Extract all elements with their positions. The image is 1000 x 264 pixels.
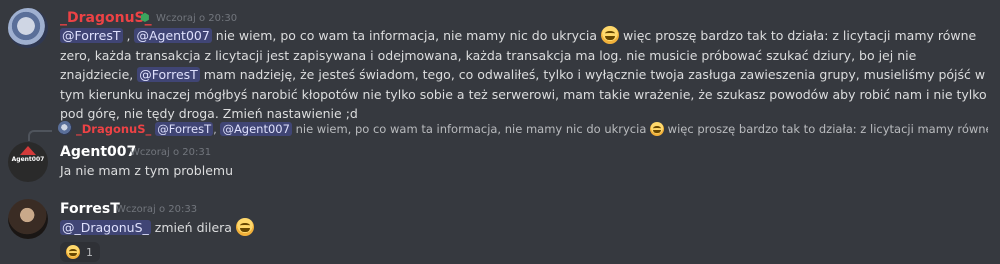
message-content-forrest: @_DragonuS_ zmień dilera [60, 218, 988, 238]
message-text: nie wiem, po co wam ta informacja, nie m… [211, 28, 602, 43]
mention-forrest[interactable]: @ForresT [137, 67, 200, 82]
agent-logo-icon [20, 146, 36, 155]
mention-forrest[interactable]: @ForresT [60, 28, 123, 43]
grinning-emoji-icon [235, 218, 254, 236]
grinning-emoji-icon [650, 122, 665, 136]
message-content-agent007: Ja nie mam z tym problemu [60, 161, 988, 181]
username-agent007[interactable]: Agent007 [60, 143, 136, 161]
timestamp-forrest: Wczoraj o 20:33 [116, 204, 198, 215]
reply-connector [28, 130, 52, 141]
mention-dragonus[interactable]: @_DragonuS_ [60, 220, 151, 235]
avatar-forrest[interactable] [8, 199, 48, 239]
reply-text: nie wiem, po co wam ta informacja, nie m… [291, 122, 651, 136]
message-text: zmień dilera [150, 220, 236, 235]
reply-preview[interactable]: _DragonuS_ @ForresT, @Agent007 nie wiem, … [58, 120, 988, 138]
message-text: Ja nie mam z tym problemu [60, 163, 233, 178]
reaction-grinning[interactable]: 1 [60, 242, 100, 262]
reply-avatar [58, 121, 72, 135]
grinning-emoji-icon [66, 245, 80, 259]
reply-author[interactable]: _DragonuS_ [76, 122, 151, 136]
reply-text: więc proszę bardzo tak to działa: z licy… [667, 122, 988, 136]
role-badge-icon: ⬢ [140, 11, 150, 24]
avatar-agent007[interactable]: Agent007 [8, 142, 48, 182]
grinning-emoji-icon [601, 26, 620, 44]
avatar-label: Agent007 [11, 156, 45, 163]
message-text: mam nadzieję, że jesteś świadom, tego, c… [60, 67, 987, 121]
username-forrest[interactable]: ForresT [60, 200, 120, 218]
mention-agent007[interactable]: @Agent007 [220, 122, 292, 136]
mention-forrest[interactable]: @ForresT [155, 122, 214, 136]
username-dragonus[interactable]: _DragonuS_ [60, 9, 152, 27]
message-content-dragonus: @ForresT , @Agent007 nie wiem, po co wam… [60, 26, 988, 124]
avatar-dragonus[interactable] [8, 8, 48, 48]
reaction-count: 1 [86, 245, 93, 259]
timestamp-dragonus: Wczoraj o 20:30 [156, 13, 238, 24]
mention-agent007[interactable]: @Agent007 [134, 28, 212, 43]
timestamp-agent007: Wczoraj o 20:31 [130, 147, 212, 158]
